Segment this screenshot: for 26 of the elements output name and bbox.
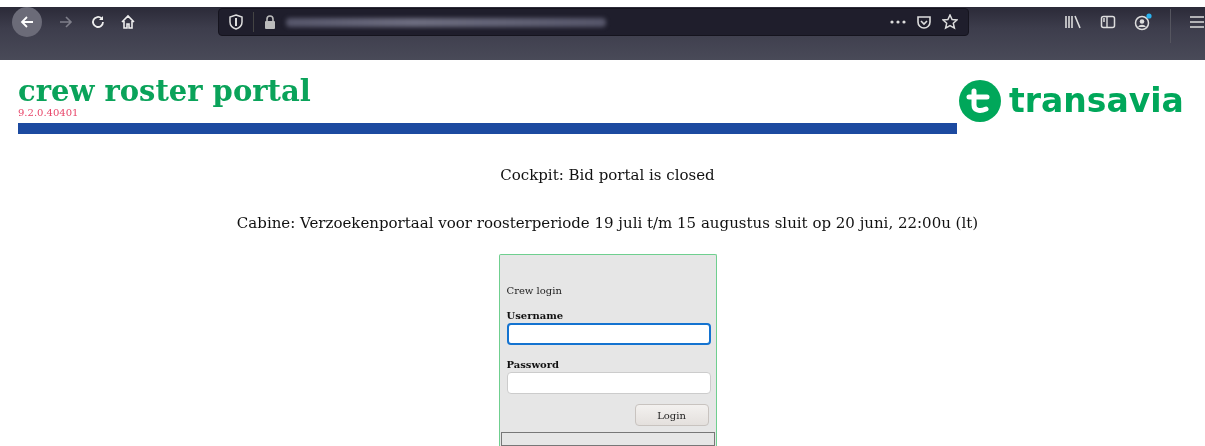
account-icon[interactable] bbox=[1134, 13, 1152, 31]
sidebar-icon[interactable] bbox=[1100, 14, 1116, 30]
back-button[interactable] bbox=[12, 7, 42, 37]
notice-text: Cockpit: Bid portal is closed bbox=[500, 166, 715, 184]
input-field[interactable] bbox=[506, 323, 711, 345]
shield-icon[interactable] bbox=[228, 14, 243, 30]
login-button[interactable]: Login bbox=[634, 404, 709, 426]
notice-text: Cabine: Verzoekenportaal voor roosterperiode 19 juli t/m 15 augustus sluit op 20 juni, 22:00u (lt) bbox=[236, 214, 979, 232]
address-bar[interactable] bbox=[217, 8, 969, 36]
reload-icon[interactable] bbox=[90, 14, 106, 30]
home-icon[interactable] bbox=[120, 14, 136, 30]
version-number: 9.2.0.40401 bbox=[18, 107, 80, 119]
logo-t-icon bbox=[959, 80, 1001, 122]
library-icon[interactable] bbox=[1064, 14, 1082, 30]
brand-name: transavia bbox=[1009, 81, 1184, 121]
pocket-icon[interactable] bbox=[916, 14, 932, 30]
right-arrow-icon bbox=[58, 14, 74, 30]
login-heading: Crew login bbox=[506, 285, 563, 296]
more-icon[interactable] bbox=[890, 20, 906, 24]
menu-icon[interactable] bbox=[1189, 15, 1205, 29]
lock-icon bbox=[263, 15, 276, 29]
star-icon[interactable] bbox=[942, 14, 958, 30]
field-label: Username bbox=[506, 310, 565, 321]
portal-title: crew roster portal bbox=[18, 75, 312, 107]
field-label: Password bbox=[506, 359, 561, 370]
left-arrow-icon bbox=[19, 14, 35, 30]
